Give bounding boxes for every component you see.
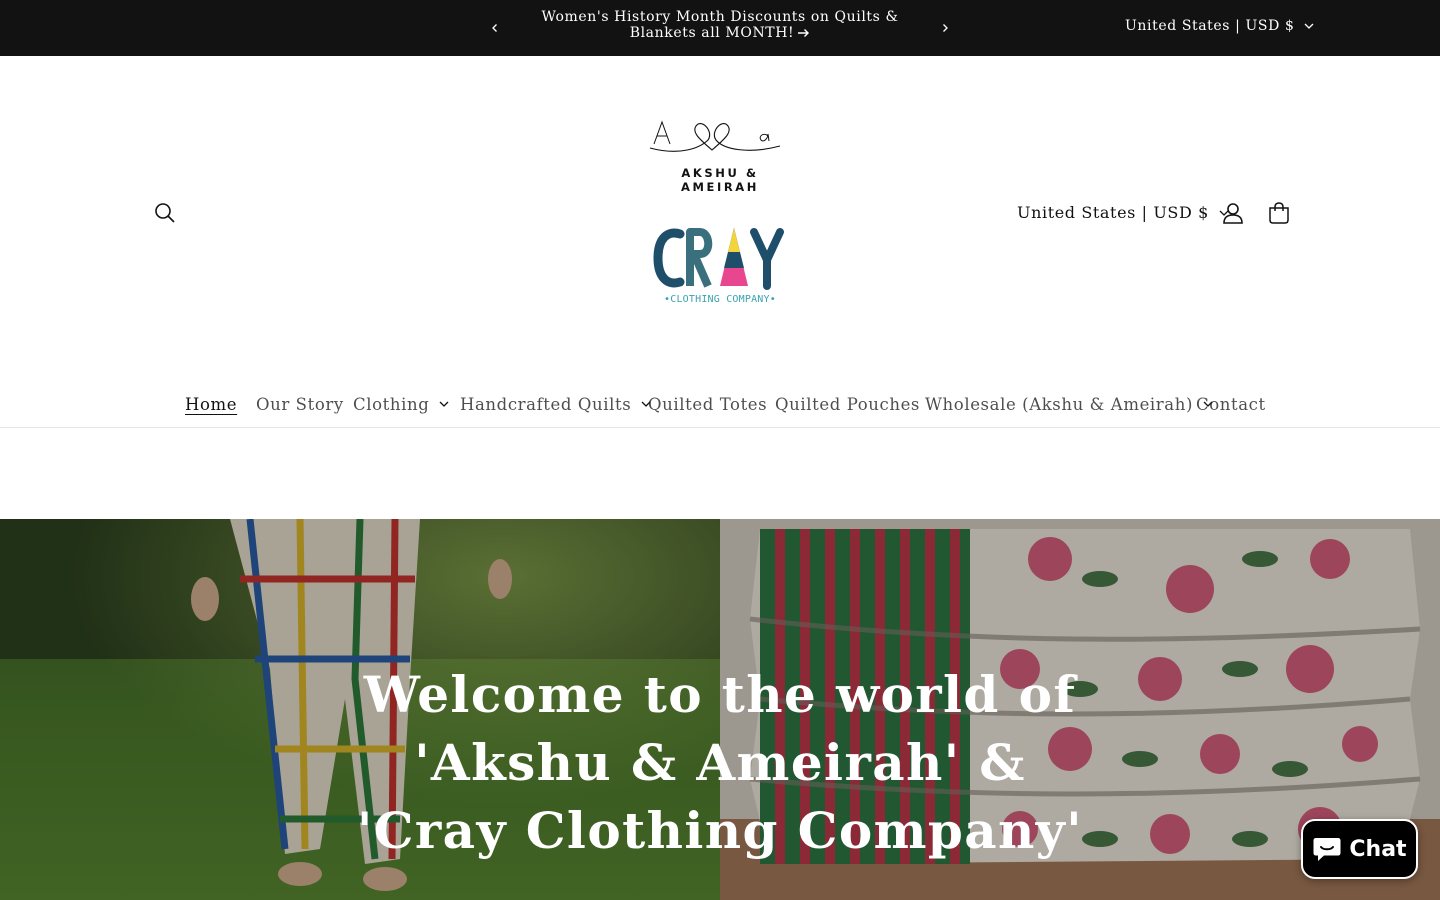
announcement-locale-label: United States | USD $ — [1125, 18, 1295, 34]
announcement-next-button[interactable] — [934, 17, 956, 39]
chevron-down-icon — [1305, 23, 1314, 29]
account-button[interactable] — [1218, 198, 1248, 228]
nav-home-label: Home — [185, 394, 238, 414]
nav-quilted-pouches[interactable]: Quilted Pouches — [775, 387, 920, 421]
nav-contact[interactable]: Contact — [1196, 387, 1266, 421]
nav-handcrafted-quilts-label: Handcrafted Quilts — [460, 394, 632, 414]
nav-handcrafted-quilts[interactable]: Handcrafted Quilts — [460, 387, 651, 421]
nav-clothing-label: Clothing — [353, 394, 430, 414]
akshu-ameirah-wordmark: AKSHU & AMEIRAH — [680, 166, 760, 194]
nav-our-story[interactable]: Our Story — [256, 387, 344, 421]
nav-wholesale[interactable]: Wholesale (Akshu & Ameirah) — [925, 387, 1213, 421]
nav-contact-label: Contact — [1196, 394, 1266, 414]
main-nav: Home Our Story Clothing Handcrafted Quil… — [0, 387, 1440, 421]
account-icon — [1223, 203, 1243, 224]
chat-button[interactable]: Chat — [1301, 819, 1418, 879]
nav-our-story-label: Our Story — [256, 394, 344, 414]
cart-icon — [1269, 202, 1289, 224]
heart-logo-mark — [649, 120, 781, 152]
nav-home[interactable]: Home — [185, 387, 237, 421]
nav-quilted-totes[interactable]: Quilted Totes — [648, 387, 767, 421]
nav-quilted-pouches-label: Quilted Pouches — [775, 394, 921, 414]
announcement-bar: Women's History Month Discounts on Quilt… — [0, 0, 1440, 56]
nav-clothing[interactable]: Clothing — [353, 387, 449, 421]
cart-button[interactable] — [1264, 198, 1294, 228]
announcement-prev-button[interactable] — [484, 17, 506, 39]
nav-wholesale-label: Wholesale (Akshu & Ameirah) — [925, 394, 1193, 414]
cray-logo[interactable]: •CLOTHING COMPANY• — [650, 224, 790, 314]
cray-wordmark-graphic — [653, 228, 784, 290]
announcement-text: Women's History Month Discounts on Quilt… — [541, 9, 899, 41]
search-button[interactable] — [150, 198, 180, 228]
akshu-ameirah-logo[interactable]: AKSHU & AMEIRAH — [640, 104, 800, 194]
arrow-right-icon — [798, 29, 810, 37]
cray-subtitle: •CLOTHING COMPANY• — [664, 294, 776, 305]
header-locale-label: United States | USD $ — [1017, 203, 1209, 222]
header-locale-selector[interactable]: United States | USD $ — [1017, 203, 1229, 222]
chevron-left-icon — [492, 24, 497, 32]
hero-banner: Welcome to the world of 'Akshu & Ameirah… — [0, 519, 1440, 900]
chevron-right-icon — [943, 24, 948, 32]
hero-title: Welcome to the world of 'Akshu & Ameirah… — [357, 665, 1083, 860]
header-divider — [0, 427, 1440, 428]
search-icon — [155, 203, 175, 223]
announcement-locale-selector[interactable]: United States | USD $ — [1125, 18, 1314, 34]
chat-label: Chat — [1349, 836, 1407, 862]
chat-bubble-icon — [1313, 838, 1341, 861]
chevron-down-icon — [439, 401, 449, 407]
announcement-message[interactable]: Women's History Month Discounts on Quilt… — [514, 9, 926, 41]
nav-quilted-totes-label: Quilted Totes — [648, 394, 768, 414]
